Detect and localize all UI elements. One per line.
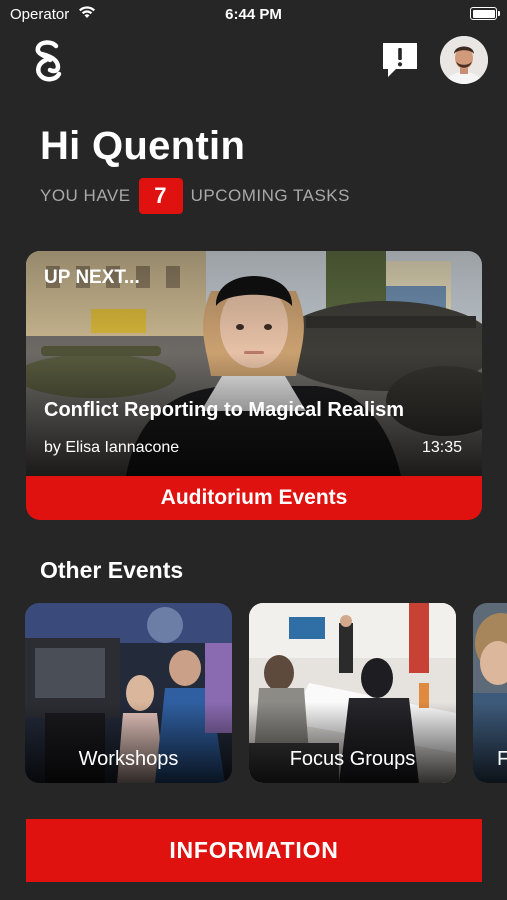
other-events-carousel[interactable]: Workshops Focus Groups F <box>0 603 507 783</box>
up-next-author: by Elisa Iannacone <box>44 439 180 456</box>
upcoming-tasks-summary: YOU HAVE 7 UPCOMING TASKS <box>40 178 350 214</box>
up-next-time: 13:35 <box>421 439 462 456</box>
exclamation-bubble-icon[interactable] <box>380 40 420 80</box>
up-next-tag: UP NEXT... <box>44 267 140 288</box>
event-card-partial[interactable]: F <box>473 603 507 783</box>
s-logo-icon[interactable] <box>28 38 68 84</box>
tasks-prefix: YOU HAVE <box>40 186 131 205</box>
event-card-workshops[interactable]: Workshops <box>25 603 232 783</box>
event-label-partial: F <box>497 748 507 770</box>
information-button[interactable]: INFORMATION <box>26 819 482 882</box>
event-card-focus-groups[interactable]: Focus Groups <box>249 603 456 783</box>
event-label-focus-groups: Focus Groups <box>289 748 416 770</box>
auditorium-events-button[interactable]: Auditorium Events <box>26 476 482 520</box>
up-next-title: Conflict Reporting to Magical Realism <box>44 399 405 421</box>
other-events-title: Other Events <box>40 557 184 583</box>
greeting-title: Hi Quentin <box>40 124 246 168</box>
status-bar: Operator 6:44 PM <box>0 0 507 30</box>
user-avatar[interactable] <box>440 36 488 84</box>
battery-icon <box>470 7 500 20</box>
tasks-suffix: UPCOMING TASKS <box>190 186 350 205</box>
event-label-workshops: Workshops <box>78 748 179 770</box>
status-time: 6:44 PM <box>225 6 282 23</box>
tasks-count-badge[interactable]: 7 <box>138 178 183 214</box>
up-next-card[interactable]: UP NEXT... Conflict Reporting to Magical… <box>26 251 482 520</box>
